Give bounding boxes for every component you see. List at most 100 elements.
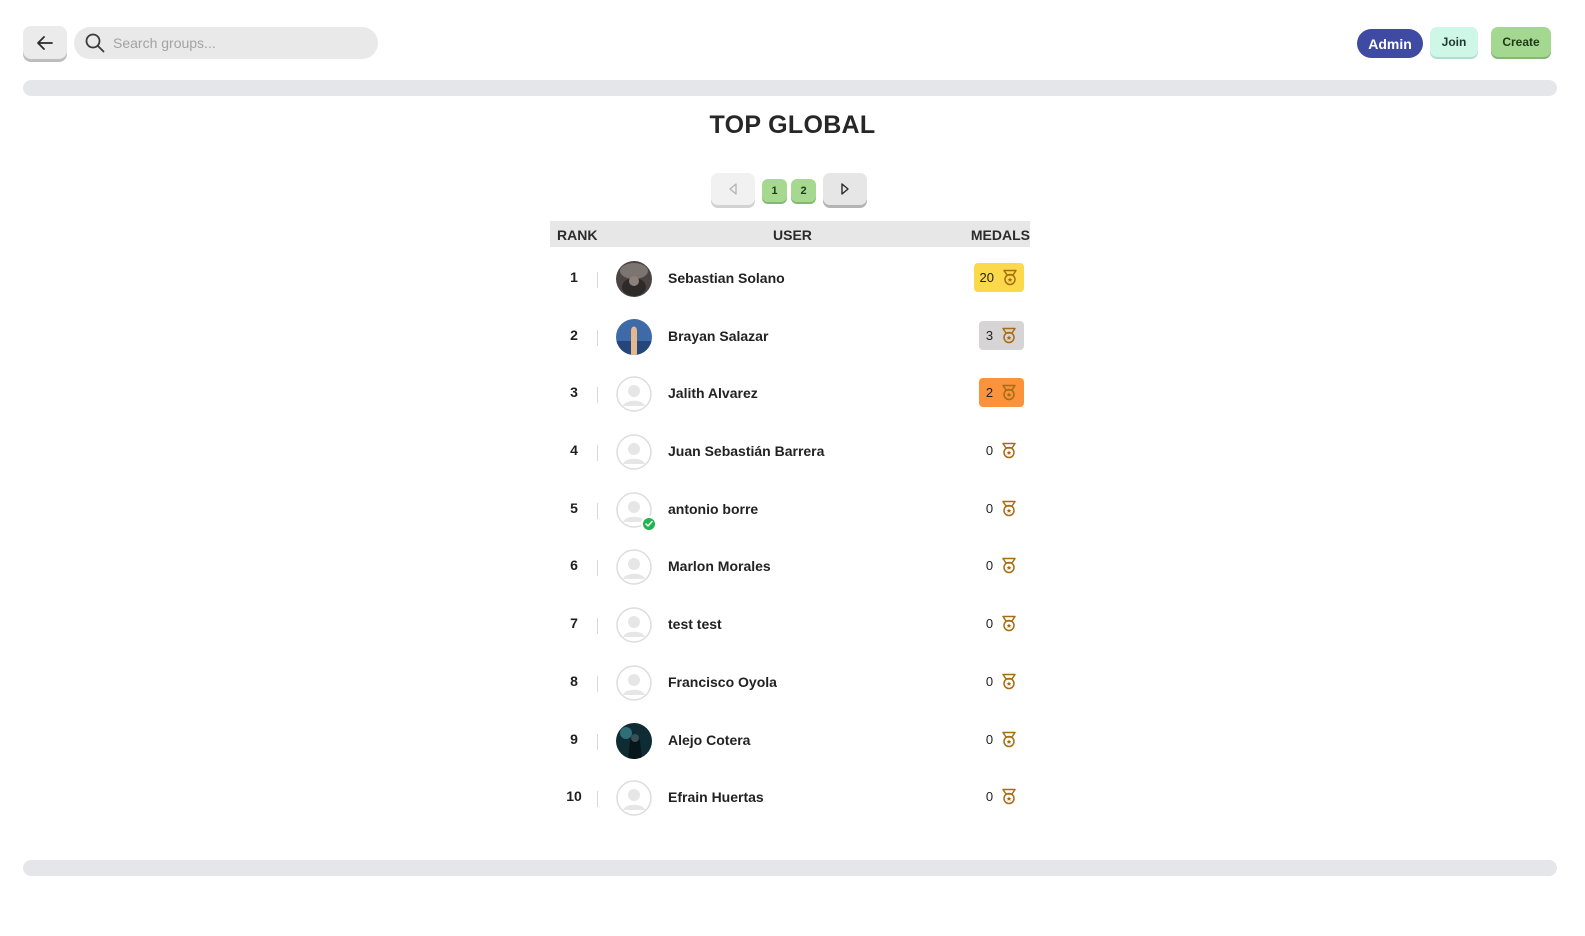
avatar[interactable] <box>616 780 652 816</box>
medal-icon <box>1002 615 1016 632</box>
user-name[interactable]: Juan Sebastián Barrera <box>668 443 824 459</box>
medal-count: 20 <box>979 270 994 285</box>
table-row[interactable]: 10 Efrain Huertas 0 <box>550 766 1030 824</box>
rank-divider <box>597 560 598 577</box>
medal-icon <box>1003 269 1017 286</box>
medal-count: 0 <box>985 443 994 459</box>
user-name[interactable]: Marlon Morales <box>668 558 771 574</box>
rank-number: 4 <box>570 442 578 459</box>
medal-count-badge: 0 <box>979 436 1024 465</box>
medal-count-badge: 3 <box>979 320 1024 350</box>
table-body: 1 Sebastian Solano 20 2 Brayan Salazar 3 3 Jali… <box>550 247 1030 824</box>
rank-divider <box>597 502 598 519</box>
column-header-user: USER <box>773 227 812 243</box>
medal-count-badge: 2 <box>979 378 1024 408</box>
medal-count-badge: 0 <box>979 609 1024 638</box>
check-badge-icon <box>641 515 657 532</box>
arrow-left-icon <box>37 35 53 50</box>
page-title: TOP GLOBAL <box>709 111 876 139</box>
table-row[interactable]: 4 Juan Sebastián Barrera 0 <box>550 420 1030 478</box>
medal-icon <box>1002 500 1016 516</box>
triangle-right-icon <box>841 183 849 195</box>
medal-count: 2 <box>985 385 994 401</box>
search-input[interactable] <box>113 35 373 51</box>
avatar[interactable] <box>616 434 652 470</box>
rank-divider <box>597 791 598 808</box>
next-page-button[interactable] <box>823 173 867 205</box>
medal-count-badge: 0 <box>979 551 1024 580</box>
medal-count-badge: 0 <box>979 782 1024 811</box>
user-name[interactable]: Brayan Salazar <box>668 328 768 344</box>
user-name[interactable]: Alejo Cotera <box>668 732 750 748</box>
user-name[interactable]: test test <box>668 616 722 632</box>
rank-number: 6 <box>570 557 578 574</box>
avatar[interactable] <box>616 318 652 355</box>
page-button-2[interactable]: 2 <box>791 179 816 202</box>
user-name[interactable]: Francisco Oyola <box>668 674 777 690</box>
table-row[interactable]: 8 Francisco Oyola 0 <box>550 651 1030 709</box>
medal-count: 3 <box>985 327 994 343</box>
rank-number: 3 <box>570 384 578 401</box>
back-button[interactable] <box>23 26 67 59</box>
rank-divider <box>597 387 598 404</box>
leaderboard-table: RANK USER MEDALS 1 Sebastian Solano 20 2 Bra… <box>550 221 1030 824</box>
user-name[interactable]: Sebastian Solano <box>668 270 785 286</box>
rank-number: 5 <box>570 499 578 516</box>
medal-icon <box>1002 385 1016 401</box>
rank-divider <box>597 445 598 462</box>
table-row[interactable]: 6 Marlon Morales 0 <box>550 535 1030 593</box>
medal-count-badge: 0 <box>979 667 1024 696</box>
medal-icon <box>1002 731 1016 747</box>
rank-number: 10 <box>566 788 582 805</box>
bottom-divider <box>23 860 1557 876</box>
rank-number: 8 <box>570 672 578 689</box>
avatar[interactable] <box>616 665 652 701</box>
medal-count: 0 <box>985 558 994 574</box>
medal-count: 0 <box>985 616 994 632</box>
rank-divider <box>597 733 598 750</box>
avatar[interactable] <box>616 261 652 297</box>
table-row[interactable]: 9 Alejo Cotera 0 <box>550 709 1030 767</box>
user-name[interactable]: antonio borre <box>668 501 758 517</box>
avatar[interactable] <box>616 492 657 532</box>
table-row[interactable]: 5 antonio borre 0 <box>550 478 1030 536</box>
user-name[interactable]: Jalith Alvarez <box>668 385 758 401</box>
medal-count-badge: 20 <box>973 263 1024 292</box>
medal-icon <box>1002 442 1016 459</box>
rank-number: 7 <box>570 615 578 632</box>
medal-count: 0 <box>985 673 994 689</box>
prev-page-button[interactable] <box>711 173 755 205</box>
table-row[interactable]: 3 Jalith Alvarez 2 <box>550 362 1030 420</box>
create-button[interactable]: Create <box>1491 27 1551 57</box>
join-button[interactable]: Join <box>1430 27 1478 57</box>
medal-count: 0 <box>985 500 994 516</box>
search-bar[interactable] <box>74 27 378 59</box>
rank-number: 1 <box>570 269 578 285</box>
avatar[interactable] <box>616 376 652 413</box>
search-icon <box>85 33 105 53</box>
page-button-1[interactable]: 1 <box>762 179 787 202</box>
medal-count-badge: 0 <box>979 725 1024 754</box>
table-row[interactable]: 7 test test 0 <box>550 593 1030 651</box>
medal-count: 0 <box>985 731 994 747</box>
table-row[interactable]: 2 Brayan Salazar 3 <box>550 305 1030 363</box>
rank-divider <box>597 618 598 635</box>
avatar[interactable] <box>616 722 652 759</box>
rank-number: 2 <box>570 326 578 343</box>
avatar[interactable] <box>616 607 652 643</box>
medal-icon <box>1002 788 1016 805</box>
medal-count: 0 <box>985 789 994 805</box>
avatar[interactable] <box>616 549 652 586</box>
medal-icon <box>1002 673 1016 690</box>
column-header-rank: RANK <box>557 227 598 243</box>
column-header-medals: MEDALS <box>970 227 1030 243</box>
top-divider <box>23 80 1557 96</box>
table-header: RANK USER MEDALS <box>550 221 1030 247</box>
admin-button[interactable]: Admin <box>1357 29 1423 58</box>
medal-count-badge: 0 <box>979 494 1024 523</box>
triangle-left-icon <box>729 183 737 195</box>
rank-number: 9 <box>570 730 578 747</box>
table-row[interactable]: 1 Sebastian Solano 20 <box>550 247 1030 305</box>
medal-icon <box>1002 558 1016 574</box>
user-name[interactable]: Efrain Huertas <box>668 789 764 805</box>
